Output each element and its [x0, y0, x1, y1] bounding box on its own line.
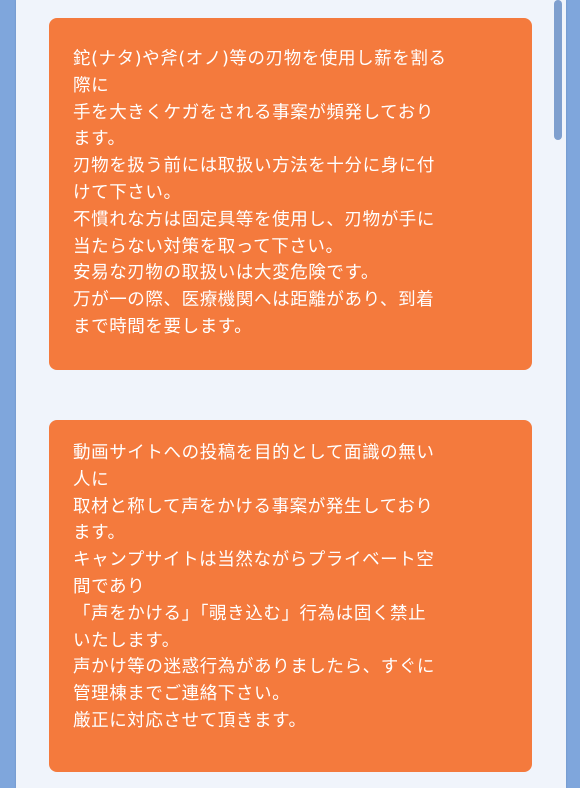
notice-line: 動画サイトへの投稿を目的として面識の無い [73, 443, 435, 463]
notice-line: ます。 [73, 523, 126, 544]
scroll-indicator[interactable] [554, 0, 562, 140]
notice-line: 間であり [73, 576, 146, 597]
notice-line: 人に [73, 469, 110, 490]
notice-line: 当たらない対策を取って下さい。 [73, 236, 344, 257]
notice-line: いたします。 [73, 630, 180, 651]
notice-line: 万が一の際、医療機関へは距離があり、到着 [73, 290, 435, 311]
notice-line: 厳正に対応させて頂きます。 [73, 710, 307, 731]
notice-line: 「声をかける」「覗き込む」行為は固く禁止 [73, 603, 427, 624]
notice-line: 声かけ等の迷惑行為がありましたら、すぐに [73, 657, 435, 678]
notice-page: 鉈(ナタ)や斧(オノ)等の刃物を使用し薪を割る 際に 手を大きくケガをされる事案… [16, 0, 566, 788]
notice-line: ます。 [73, 129, 126, 150]
notice-line: 手を大きくケガをされる事案が頻発しており [73, 102, 434, 123]
notice-line: 際に [73, 75, 110, 96]
notice-line: けて下さい。 [73, 182, 182, 203]
notice-line: 鉈(ナタ)や斧(オノ)等の刃物を使用し薪を割る [73, 49, 447, 69]
notice-line: キャンプサイトは当然ながらプライベート空 [73, 550, 435, 571]
notice-line: 刃物を扱う前には取扱い方法を十分に身に付 [73, 156, 435, 177]
notice-line: 取材と称して声をかける事案が発生しており [73, 496, 434, 517]
notice-line: 不慣れな方は固定具等を使用し、刃物が手に [73, 209, 435, 230]
notice-box-privacy: 動画サイトへの投稿を目的として面識の無い 人に 取材と称して声をかける事案が発生… [49, 420, 532, 772]
notice-line: 管理棟までご連絡下さい。 [73, 684, 291, 705]
notice-line: 安易な刃物の取扱いは大変危険です。 [73, 263, 379, 284]
notice-box-knife-safety: 鉈(ナタ)や斧(オノ)等の刃物を使用し薪を割る 際に 手を大きくケガをされる事案… [49, 18, 532, 370]
notice-line: まで時間を要します。 [73, 316, 253, 337]
